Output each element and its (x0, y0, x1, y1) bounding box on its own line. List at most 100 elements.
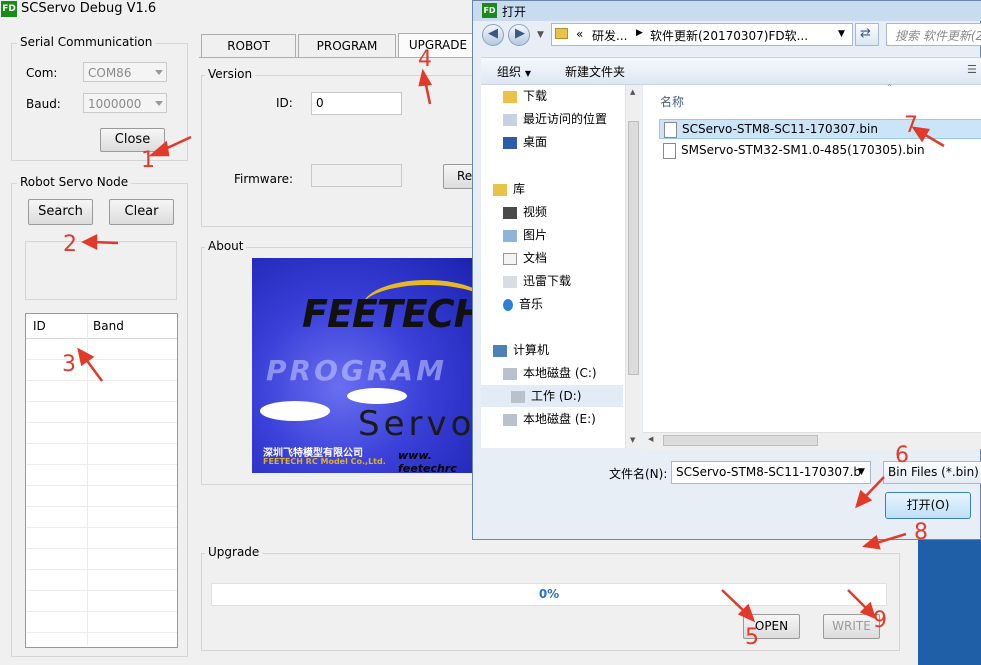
table-row[interactable] (26, 528, 177, 549)
table-row[interactable] (26, 570, 177, 591)
address-bar[interactable]: « 研发... ▶ 软件更新(20170307)FD软... ▼ (551, 23, 853, 46)
logo-url: www. feetechrc (398, 449, 457, 473)
scroll-up-arrow-icon[interactable]: ▲ (630, 88, 635, 96)
dialog-title: 打开 (502, 5, 527, 19)
horizontal-scroll-thumb[interactable] (663, 435, 818, 446)
feetech-logo: FEETECH PROGRAM Servo 深圳飞特模型有限公司 FEETECH… (252, 258, 472, 473)
file-name: SMServo-STM32-SM1.0-485(170305).bin (681, 143, 925, 157)
path-segment-research[interactable]: 研发... (592, 27, 627, 44)
nav-item-downloads[interactable]: 下载 (503, 85, 547, 107)
libraries-icon (493, 183, 507, 196)
logo-en: FEETECH RC Model Co.,Ltd. (263, 457, 386, 466)
open-confirm-button[interactable]: 打开(O) (885, 492, 971, 519)
tab-upgrade[interactable]: UPGRADE (398, 33, 478, 58)
annotation-9: 9 (873, 608, 887, 633)
table-row[interactable] (26, 612, 177, 633)
table-row[interactable] (26, 465, 177, 486)
nav-scrollbar[interactable]: ▲ ▼ (625, 85, 642, 448)
documents-icon (503, 252, 517, 265)
music-icon (503, 298, 513, 311)
chevron-down-icon[interactable]: ▼ (858, 467, 865, 477)
column-name-label: 名称 (660, 95, 685, 109)
clear-button[interactable]: Clear (109, 199, 174, 225)
navigation-pane[interactable]: 下载 最近访问的位置 桌面 库 视频 图片 文档 迅雷下载 音乐 计算机 本地磁 (481, 85, 642, 448)
nav-label: 最近访问的位置 (523, 112, 608, 126)
new-folder-button[interactable]: 新建文件夹 (565, 63, 625, 80)
back-button[interactable]: ◀ (482, 24, 504, 46)
nav-item-libraries[interactable]: 库 (493, 178, 525, 200)
nav-label: 工作 (D:) (531, 389, 582, 403)
nav-label: 下载 (523, 89, 548, 103)
file-row-selected[interactable]: SCServo-STM8-SC11-170307.bin (659, 119, 981, 139)
recent-pages-chevron-icon[interactable]: ▼ (537, 30, 544, 40)
search-box[interactable]: 搜索 软件更新(2 (886, 23, 981, 46)
annotation-5: 5 (745, 625, 759, 650)
nav-label: 图片 (523, 228, 548, 242)
table-row[interactable] (26, 339, 177, 360)
scroll-left-arrow-icon[interactable]: ◀ (648, 435, 653, 443)
nav-scroll-thumb[interactable] (628, 121, 639, 375)
organize-menu[interactable]: 组织 ▼ (497, 63, 531, 80)
table-row[interactable] (26, 360, 177, 381)
table-row[interactable] (26, 549, 177, 570)
logo-servo: Servo (358, 404, 472, 444)
column-header-name[interactable]: 名称 ⌃ (643, 83, 981, 113)
search-button[interactable]: Search (28, 199, 93, 225)
horizontal-scrollbar[interactable]: ◀ (643, 432, 981, 449)
nav-item-computer[interactable]: 计算机 (493, 339, 549, 361)
tab-program[interactable]: PROGRAM (298, 34, 396, 57)
nav-item-videos[interactable]: 视频 (503, 201, 547, 223)
logo-program: PROGRAM (266, 354, 447, 387)
tab-robot[interactable]: ROBOT (201, 34, 296, 57)
write-button[interactable]: WRITE (823, 614, 880, 639)
table-row[interactable] (26, 444, 177, 465)
file-row[interactable]: SMServo-STM32-SM1.0-485(170305).bin (659, 141, 981, 161)
recent-places-icon (503, 113, 517, 126)
logo-ellipse (347, 388, 407, 404)
nav-label: 本地磁盘 (C:) (523, 366, 597, 380)
version-group-label: Version (205, 67, 256, 81)
path-prefix[interactable]: « (576, 27, 583, 41)
progress-text: 0% (538, 587, 560, 601)
nav-item-desktop[interactable]: 桌面 (503, 131, 547, 153)
sort-ascending-icon: ⌃ (886, 83, 893, 92)
address-dropdown-icon[interactable]: ▼ (838, 29, 845, 39)
close-button[interactable]: Close (100, 128, 165, 152)
nav-item-documents[interactable]: 文档 (503, 247, 547, 269)
nav-item-recent-places[interactable]: 最近访问的位置 (503, 108, 607, 130)
annotation-4: 4 (418, 47, 432, 72)
table-row[interactable] (26, 486, 177, 507)
chevron-down-icon (155, 70, 163, 75)
nav-item-music[interactable]: 音乐 (503, 293, 543, 315)
servo-table[interactable]: ID Band (25, 313, 178, 648)
column-header-band[interactable]: Band (93, 319, 124, 333)
table-row[interactable] (26, 402, 177, 423)
table-row[interactable] (26, 423, 177, 444)
path-segment-update[interactable]: 软件更新(20170307)FD软... (650, 27, 808, 44)
filename-input[interactable]: SCServo-STM8-SC11-170307.b ▼ (671, 461, 871, 484)
nav-label: 桌面 (523, 135, 548, 149)
scroll-down-arrow-icon[interactable]: ▼ (630, 436, 635, 444)
arrow-right-icon: ▶ (515, 26, 525, 41)
refresh-icon: ⇄ (860, 26, 871, 41)
refresh-button[interactable]: ⇄ (855, 23, 879, 46)
forward-button[interactable]: ▶ (508, 24, 530, 46)
videos-icon (503, 206, 517, 219)
view-options-icon[interactable]: ☰ (967, 63, 977, 76)
table-row[interactable] (26, 381, 177, 402)
file-list-pane[interactable]: 名称 ⌃ SCServo-STM8-SC11-170307.bin SMServ… (643, 83, 981, 449)
com-select[interactable]: COM86 (83, 62, 167, 82)
nav-item-thunder-downloads[interactable]: 迅雷下载 (503, 270, 571, 292)
nav-item-drive-c[interactable]: 本地磁盘 (C:) (503, 362, 597, 384)
table-row[interactable] (26, 507, 177, 528)
nav-item-drive-e[interactable]: 本地磁盘 (E:) (503, 408, 596, 430)
nav-item-pictures[interactable]: 图片 (503, 224, 547, 246)
id-input[interactable]: 0 (311, 92, 402, 115)
baud-select[interactable]: 1000000 (83, 93, 167, 113)
nav-item-drive-d[interactable]: 工作 (D:) (481, 385, 623, 407)
table-row[interactable] (26, 591, 177, 612)
column-header-id[interactable]: ID (33, 319, 46, 333)
com-label: Com: (26, 66, 58, 80)
nav-label: 视频 (523, 205, 548, 219)
serial-group-label: Serial Communication (17, 35, 156, 49)
